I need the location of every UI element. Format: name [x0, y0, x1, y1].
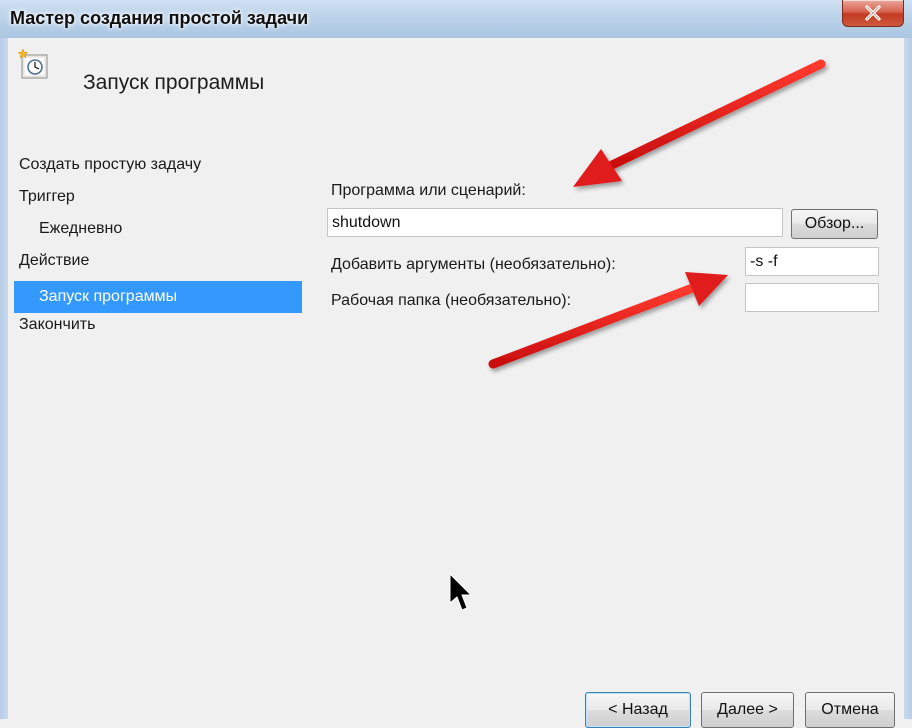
nav-item-action[interactable]: Действие: [14, 245, 302, 277]
nav-item-create-basic-task[interactable]: Создать простую задачу: [14, 149, 302, 181]
next-button[interactable]: Далее >: [701, 692, 794, 728]
program-input[interactable]: shutdown: [327, 208, 783, 237]
page-title: Запуск программы: [83, 71, 265, 94]
close-icon: [865, 5, 881, 21]
arguments-label: Добавить аргументы (необязательно):: [331, 256, 616, 273]
working-folder-label: Рабочая папка (необязательно):: [331, 292, 572, 309]
window-titlebar: Мастер создания простой задачи: [0, 0, 912, 39]
scheduled-task-clock-icon: [18, 48, 48, 79]
window-frame-left: [0, 38, 8, 719]
working-folder-input[interactable]: [745, 283, 879, 312]
back-button[interactable]: < Назад: [585, 692, 691, 728]
wizard-client-area: [8, 38, 904, 719]
arguments-input[interactable]: -s -f: [745, 247, 879, 276]
browse-button[interactable]: Обзор...: [791, 209, 878, 239]
nav-item-trigger[interactable]: Триггер: [14, 181, 302, 213]
window-title: Мастер создания простой задачи: [10, 8, 309, 28]
cancel-button[interactable]: Отмена: [805, 692, 895, 728]
nav-item-daily[interactable]: Ежедневно: [14, 213, 302, 245]
nav-item-finish[interactable]: Закончить: [14, 309, 302, 341]
program-label: Программа или сценарий:: [331, 182, 526, 199]
close-button[interactable]: [842, 0, 904, 27]
window-frame-right: [904, 38, 912, 719]
